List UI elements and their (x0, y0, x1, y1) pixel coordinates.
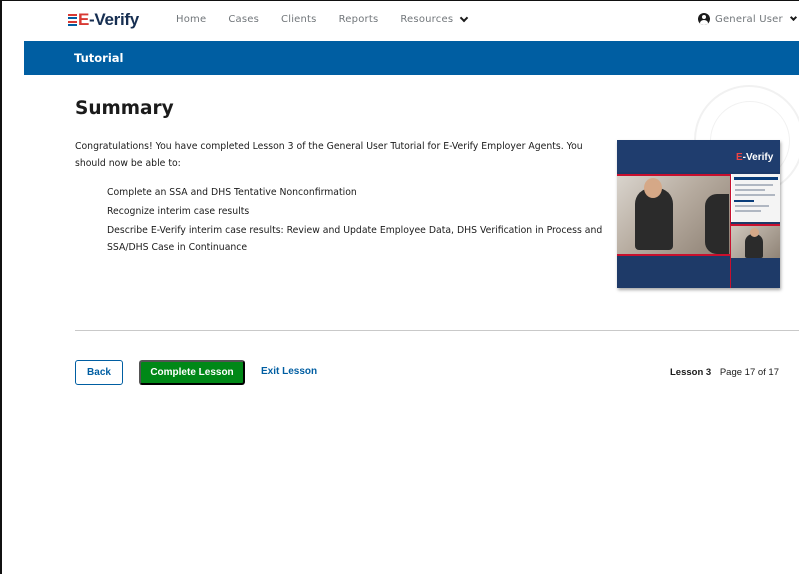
objectives-list: Complete an SSA and DHS Tentative Noncon… (107, 184, 607, 258)
back-button[interactable]: Back (75, 360, 123, 385)
user-name: General User (715, 13, 783, 25)
exit-lesson-link[interactable]: Exit Lesson (261, 366, 317, 377)
list-item: Describe E-Verify interim case results: … (107, 225, 603, 253)
top-navigation: E-Verify Home Cases Clients Reports Reso… (2, 1, 799, 41)
nav-cases[interactable]: Cases (228, 14, 259, 25)
user-menu[interactable]: General User (698, 13, 797, 25)
window-frame-left (0, 0, 2, 574)
cover-photo-main (617, 174, 730, 256)
chevron-down-icon (459, 13, 469, 23)
screen-bar (734, 200, 754, 202)
main-nav: Home Cases Clients Reports Resources (176, 13, 469, 25)
person-face (644, 178, 662, 198)
banner-title: Tutorial (74, 51, 124, 65)
person-figure-right (705, 194, 729, 254)
tutorial-banner: Tutorial (24, 41, 799, 75)
screen-line (735, 184, 773, 186)
person-figure (745, 234, 763, 258)
tutorial-cover-image: E-Verify (617, 140, 780, 288)
lesson-progress: Lesson 3 Page 17 of 17 (670, 367, 779, 378)
flag-stripes-icon (68, 13, 77, 27)
list-item: Recognize interim case results (107, 206, 250, 217)
nav-resources[interactable]: Resources (400, 13, 469, 25)
chevron-down-icon (789, 13, 797, 22)
cover-logo-rest: Verify (746, 152, 774, 163)
logo-text-rest: Verify (94, 10, 139, 29)
logo-text: E-Verify (78, 10, 139, 29)
screen-line (735, 194, 775, 196)
page-indicator: Page 17 of 17 (719, 367, 779, 378)
nav-reports[interactable]: Reports (339, 14, 379, 25)
list-item: Complete an SSA and DHS Tentative Noncon… (107, 187, 357, 198)
screen-line (735, 210, 761, 212)
cover-photo-small (731, 224, 780, 258)
nav-clients[interactable]: Clients (281, 14, 317, 25)
screen-bar (734, 177, 778, 180)
nav-resources-label: Resources (400, 14, 454, 25)
nav-home[interactable]: Home (176, 14, 206, 25)
intro-text: Congratulations! You have completed Less… (75, 141, 583, 169)
screen-line (735, 189, 765, 191)
cover-screen-thumb (731, 174, 780, 222)
e-verify-logo[interactable]: E-Verify (68, 8, 139, 32)
complete-lesson-button[interactable]: Complete Lesson (139, 360, 245, 385)
lesson-number: Lesson 3 (670, 367, 712, 378)
screen-line (735, 205, 769, 207)
cover-logo-e: E (736, 152, 743, 163)
person-face (750, 228, 759, 237)
user-circle-icon (698, 13, 710, 25)
logo-text-e: E (78, 10, 90, 29)
page-title: Summary (75, 98, 174, 119)
cover-logo: E-Verify (736, 152, 774, 163)
section-divider (75, 330, 799, 331)
